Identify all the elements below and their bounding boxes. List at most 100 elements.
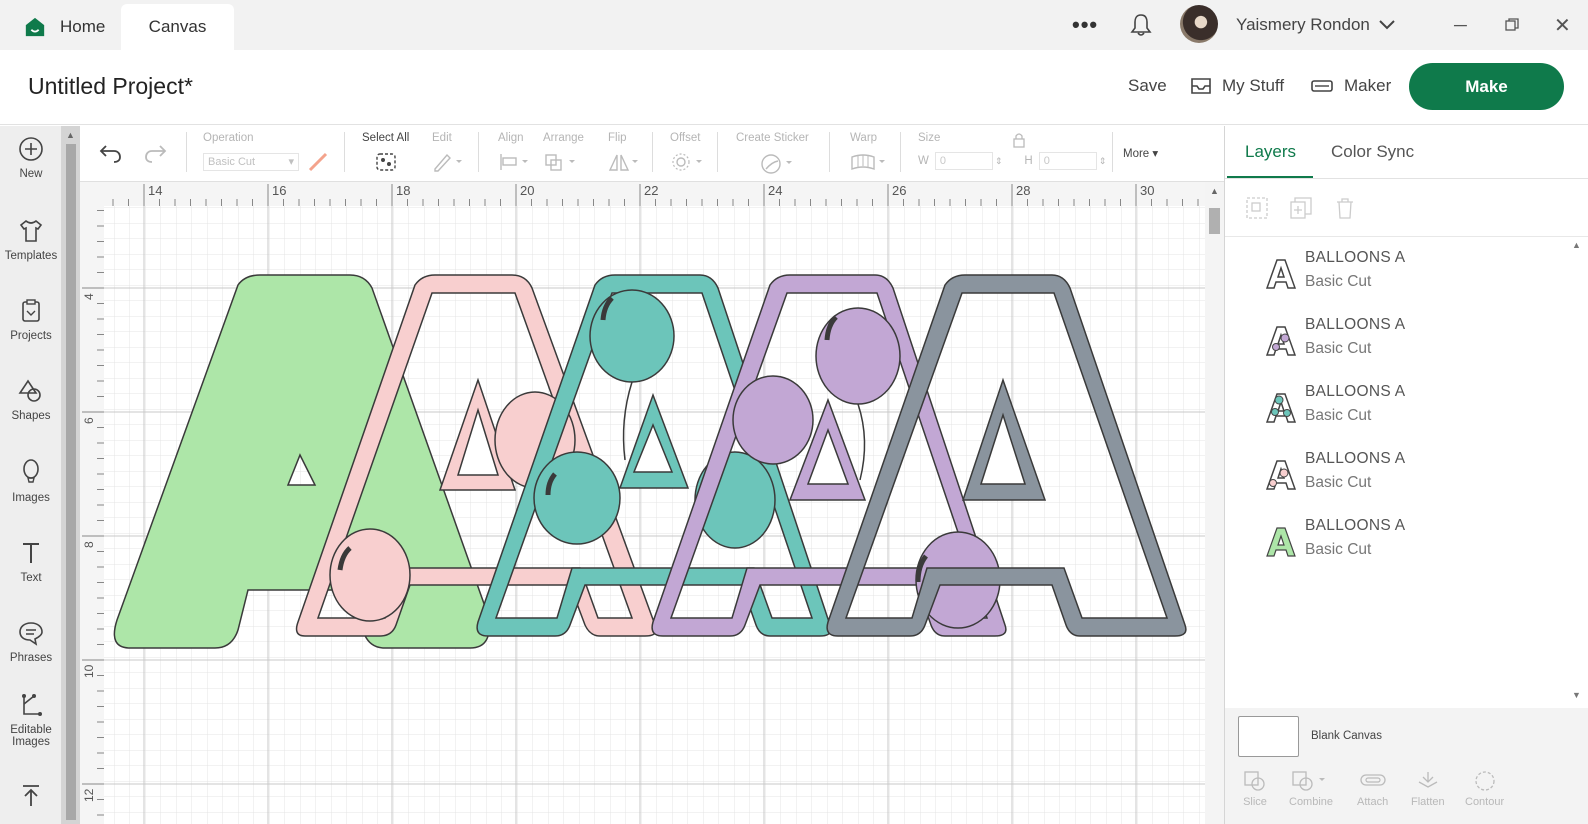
sidebar-item-shapes[interactable]: Shapes (0, 378, 62, 422)
contour-label: Contour (1465, 796, 1505, 808)
save-button[interactable]: Save (1128, 76, 1167, 96)
sidebar-item-label: New (19, 168, 43, 180)
window-restore-icon[interactable] (1505, 0, 1519, 50)
sidebar-item-upload[interactable] (0, 782, 62, 814)
sidebar-item-label-line2: Images (12, 736, 50, 748)
layer-item[interactable]: BALLOONS A Basic Cut (1225, 512, 1555, 572)
combine-button[interactable]: Combine (1289, 770, 1333, 808)
pen-color-icon[interactable] (307, 152, 329, 172)
scroll-up-arrow-icon[interactable]: ▲ (1572, 240, 1581, 250)
tab-home[interactable]: Home (14, 4, 115, 50)
sidebar-item-text[interactable]: Text (0, 540, 62, 584)
window-close-icon[interactable]: ✕ (1554, 0, 1571, 50)
select-all-icon (376, 153, 396, 171)
maker-button[interactable]: Maker (1310, 76, 1391, 96)
layers-scrollbar[interactable]: ▲ ▼ (1567, 238, 1587, 706)
lock-ratio-icon[interactable] (1012, 132, 1026, 151)
sidebar-item-projects[interactable]: Projects (0, 298, 62, 342)
layer-name: BALLOONS A (1305, 249, 1406, 266)
layer-name: BALLOONS A (1305, 383, 1406, 400)
ruler-x-label: 18 (396, 183, 410, 198)
width-stepper-icon[interactable]: ⇕ (995, 156, 1003, 167)
canvas-scroll-thumb[interactable] (1209, 208, 1220, 234)
arrange-tool[interactable]: Arrange (543, 132, 584, 175)
duplicate-icon[interactable] (1289, 196, 1313, 220)
upload-icon (23, 785, 39, 806)
sidebar-item-phrases[interactable]: Phrases (0, 620, 62, 664)
height-input[interactable]: 0 (1038, 152, 1097, 170)
home-icon (25, 17, 45, 37)
warp-tool[interactable]: Warp (850, 132, 888, 175)
layer-item[interactable]: BALLOONS A Basic Cut (1225, 445, 1555, 505)
redo-icon[interactable] (142, 142, 168, 167)
delete-icon[interactable] (1333, 196, 1357, 220)
tab-canvas[interactable]: Canvas (121, 4, 234, 50)
layer-name: BALLOONS A (1305, 450, 1406, 467)
layer-item[interactable]: BALLOONS A Basic Cut (1225, 378, 1555, 438)
edit-toolbar: Operation Basic Cut Select All Edit Alig… (80, 126, 1240, 182)
width-input[interactable]: 0 (934, 152, 993, 170)
notifications-bell-icon[interactable] (1130, 0, 1152, 50)
sidebar-item-new[interactable]: New (0, 136, 62, 180)
layer-item[interactable]: BALLOONS A Basic Cut (1225, 244, 1555, 304)
title-bar: Home Canvas ••• Yaismery Rondon ─ ✕ (0, 0, 1588, 50)
select-all-tool[interactable]: Select All (362, 132, 409, 175)
create-sticker-tool[interactable]: Create Sticker (736, 132, 809, 177)
layer-operation: Basic Cut (1305, 273, 1372, 290)
pencil-icon (434, 153, 462, 172)
scroll-up-arrow-icon[interactable]: ▲ (1210, 186, 1219, 196)
slice-button[interactable]: Slice (1243, 770, 1267, 808)
sidebar-item-label: Shapes (11, 410, 51, 422)
flatten-button[interactable]: Flatten (1411, 770, 1445, 808)
operation-label: Operation (203, 132, 254, 144)
offset-tool[interactable]: Offset (670, 132, 704, 175)
canvas-scrollbar[interactable]: ▲ (1205, 182, 1224, 824)
vertical-ruler (80, 182, 104, 824)
flip-icon (608, 154, 638, 171)
flip-tool[interactable]: Flip (608, 132, 640, 175)
attach-button[interactable]: Attach (1357, 770, 1388, 808)
tab-color-sync[interactable]: Color Sync (1331, 142, 1414, 162)
combine-label: Combine (1289, 796, 1334, 808)
toolbar-divider (344, 132, 345, 172)
height-stepper-icon[interactable]: ⇕ (1099, 156, 1107, 167)
sidebar-item-editable-images[interactable]: Editable Images (0, 692, 62, 748)
layer-operation: Basic Cut (1305, 541, 1372, 558)
blank-canvas-row[interactable]: Blank Canvas (1225, 708, 1588, 764)
contour-button[interactable]: Contour (1465, 770, 1504, 808)
user-avatar[interactable] (1180, 5, 1218, 43)
sidebar-scroll-thumb[interactable] (66, 144, 76, 820)
ruler-y-label: 10 (82, 664, 96, 678)
blank-canvas-label: Blank Canvas (1311, 730, 1382, 742)
scroll-down-arrow-icon[interactable]: ▼ (1572, 690, 1581, 700)
chevron-down-icon[interactable] (1378, 0, 1396, 50)
undo-icon[interactable] (98, 142, 124, 167)
layer-item[interactable]: BALLOONS A Basic Cut (1225, 311, 1555, 371)
user-name[interactable]: Yaismery Rondon (1236, 0, 1370, 50)
sidebar-item-templates[interactable]: Templates (0, 218, 62, 262)
blank-canvas-swatch[interactable] (1238, 716, 1299, 757)
tab-layers[interactable]: Layers (1245, 142, 1296, 162)
operation-tool[interactable]: Operation Basic Cut (203, 132, 329, 172)
window-minimize-icon[interactable]: ─ (1454, 0, 1467, 50)
group-icon[interactable] (1245, 196, 1269, 220)
scroll-up-arrow-icon[interactable]: ▲ (66, 130, 75, 140)
operation-select[interactable]: Basic Cut (203, 153, 299, 171)
ruler-x-label: 26 (892, 183, 906, 198)
align-tool[interactable]: Align (498, 132, 530, 175)
canvas-svg[interactable]: 14 16 18 20 22 24 26 28 30 4 6 8 10 12 (80, 182, 1205, 824)
more-options-icon[interactable]: ••• (1072, 0, 1098, 50)
edit-tool[interactable]: Edit (432, 132, 464, 175)
layer-operation: Basic Cut (1305, 407, 1372, 424)
slice-icon (1244, 771, 1265, 791)
design-canvas[interactable]: 14 16 18 20 22 24 26 28 30 4 6 8 10 12 (80, 182, 1205, 824)
tab-canvas-label: Canvas (148, 17, 207, 36)
project-title[interactable]: Untitled Project* (28, 73, 193, 100)
my-stuff-button[interactable]: My Stuff (1190, 76, 1284, 96)
sidebar-scrollbar[interactable]: ▲ (62, 126, 80, 824)
make-button[interactable]: Make (1409, 63, 1564, 110)
balloon-icon (23, 459, 39, 483)
more-button[interactable]: More ▾ (1123, 146, 1158, 160)
offset-icon (672, 153, 702, 171)
sidebar-item-images[interactable]: Images (0, 458, 62, 504)
